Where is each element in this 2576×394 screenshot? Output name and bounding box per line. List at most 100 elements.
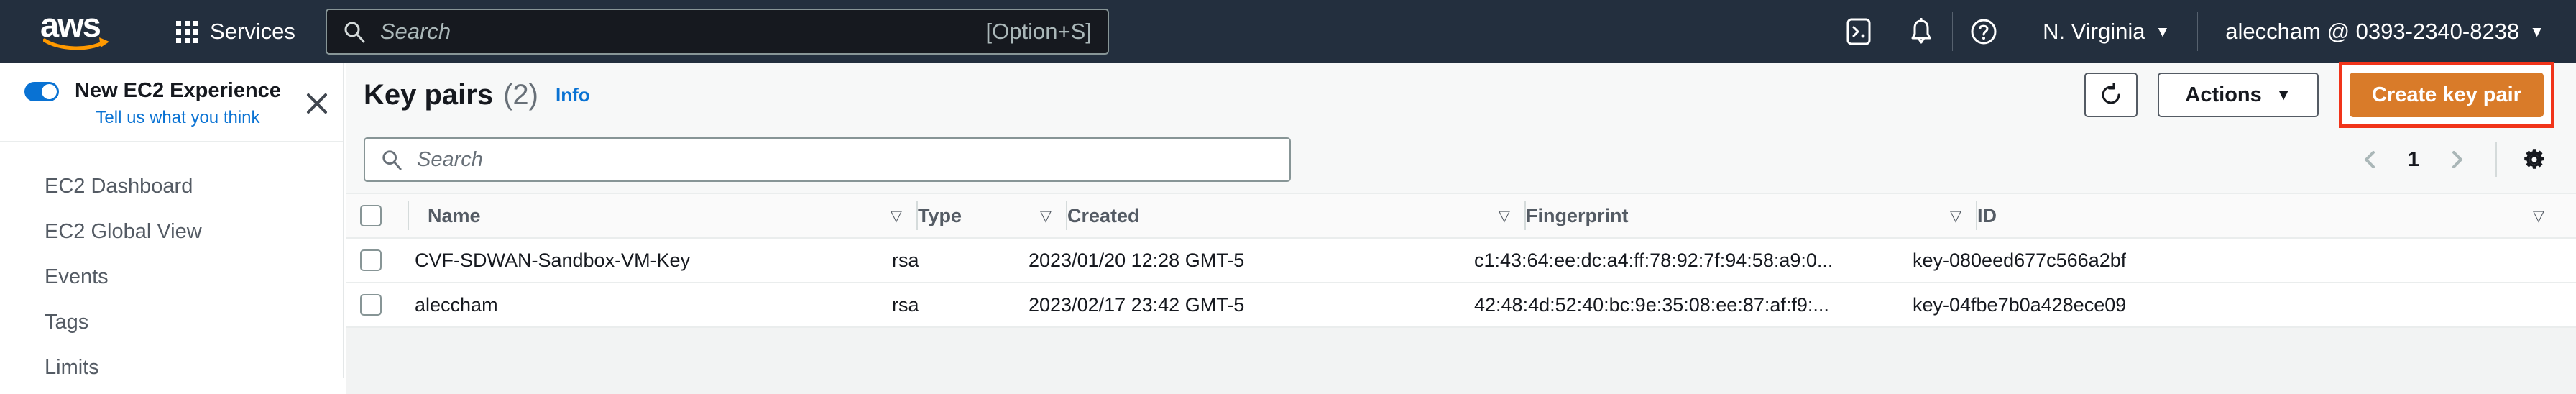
column-label: Type [918,204,962,226]
cell-fingerprint: 42:48:4d:52:40:bc:9e:35:08:ee:87:af:f9:.… [1474,283,1913,326]
sidebar-item-tags[interactable]: Tags [0,300,343,345]
table-filter-row: Search 1 [346,127,2576,193]
column-label: Fingerprint [1526,204,1629,226]
chevron-down-icon: ▼ [2155,23,2171,40]
help-button[interactable] [1953,0,2015,63]
column-header-type[interactable]: Type ▽ [918,194,1054,237]
sort-icon[interactable]: ▽ [2533,207,2547,225]
previous-page-button[interactable] [2349,138,2392,181]
refresh-button[interactable] [2084,73,2138,117]
services-label: Services [210,19,295,44]
notifications-bell-icon [1911,18,1931,44]
row-checkbox-cell [346,239,396,282]
key-pair-created: 2023/02/17 23:42 GMT-5 [1029,293,1245,316]
tell-us-what-you-think-link[interactable]: Tell us what you think [75,108,281,128]
sidebar-item-limits[interactable]: Limits [0,345,343,390]
page-title: Key pairs [364,78,494,111]
sort-icon[interactable]: ▽ [891,207,905,225]
sidebar-item-ec2-global-view[interactable]: EC2 Global View [0,209,343,255]
key-pair-created: 2023/01/20 12:28 GMT-5 [1029,249,1245,271]
header-actions: Actions ▼ Create key pair [2084,62,2576,128]
key-pair-name: aleccham [415,293,498,316]
cloudshell-icon [1846,18,1871,45]
column-label: Created [1067,204,1140,226]
cell-type: rsa [892,239,1029,282]
sidebar-item-ec2-dashboard[interactable]: EC2 Dashboard [0,164,343,209]
actions-label: Actions [2185,83,2262,106]
row-select-checkbox[interactable] [360,294,382,316]
account-menu[interactable]: aleccham @ 0393-2340-8238 ▼ [2198,19,2576,45]
key-pair-count: (2) [503,78,538,111]
search-icon [344,22,365,43]
region-selector[interactable]: N. Virginia ▼ [2015,19,2197,45]
page-header: Key pairs (2) Info Actions ▼ Create key … [346,62,2576,128]
sort-icon[interactable]: ▽ [1499,207,1513,225]
column-label: Name [428,204,481,226]
page-number-1[interactable]: 1 [2392,148,2435,172]
cell-name: CVF-SDWAN-Sandbox-VM-Key [396,239,892,282]
cell-type: rsa [892,283,1029,326]
search-icon [382,150,402,170]
cell-id: key-04fbe7b0a428ece09 [1913,283,2576,326]
column-header-id[interactable]: ID ▽ [1977,194,2576,237]
chevron-down-icon: ▼ [2529,23,2544,40]
dismiss-banner-button[interactable] [301,88,333,119]
new-experience-toggle[interactable] [24,82,59,101]
select-all-checkbox-cell [346,194,396,237]
new-experience-banner: New EC2 Experience Tell us what you thin… [0,63,343,142]
table-preferences-button[interactable] [2514,139,2554,180]
global-search-shortcut: [Option+S] [985,19,1092,44]
column-header-created[interactable]: Created ▽ [1067,194,1513,237]
create-key-pair-highlight: Create key pair [2339,62,2554,128]
chevron-right-icon [2452,151,2462,168]
grid-menu-icon [176,20,198,43]
account-label: aleccham @ 0393-2340-8238 [2225,19,2520,44]
notifications-button[interactable] [1890,0,1952,63]
column-header-name[interactable]: Name ▽ [409,194,905,237]
chevron-down-icon: ▼ [2276,86,2291,104]
services-menu-button[interactable]: Services [166,10,305,53]
aws-logo[interactable]: aws [40,6,128,52]
sort-icon[interactable]: ▽ [1040,207,1054,225]
help-question-icon [1971,19,1997,45]
main-content: Key pairs (2) Info Actions ▼ Create key … [346,62,2576,394]
table-row[interactable]: CVF-SDWAN-Sandbox-VM-Key rsa 2023/01/20 … [346,239,2576,283]
global-search-input[interactable]: Search [Option+S] [325,9,1109,55]
table-header-row: Name ▽ Type ▽ Created ▽ Fingerprint ▽ ID… [346,194,2576,239]
create-key-pair-button[interactable]: Create key pair [2350,73,2544,117]
global-navigation-bar: aws Services Search [Option+S] N. Virgin… [0,0,2576,63]
select-all-checkbox[interactable] [360,205,382,226]
key-pair-fingerprint: c1:43:64:ee:dc:a4:ff:78:92:7f:94:58:a9:0… [1474,249,1834,271]
cell-id: key-080eed677c566a2bf [1913,239,2576,282]
key-pair-type: rsa [892,293,919,316]
table-search-input[interactable]: Search [364,137,1291,182]
row-checkbox-cell [346,283,396,326]
next-page-button[interactable] [2435,138,2478,181]
aws-smile-icon [43,37,109,50]
key-pair-id: key-080eed677c566a2bf [1913,249,2127,271]
sort-icon[interactable]: ▽ [1950,207,1964,225]
table-search-placeholder: Search [417,147,483,171]
column-label: ID [1977,204,1997,226]
key-pair-fingerprint: 42:48:4d:52:40:bc:9e:35:08:ee:87:af:f9:.… [1474,293,1829,316]
column-header-fingerprint[interactable]: Fingerprint ▽ [1526,194,1964,237]
cell-created: 2023/02/17 23:42 GMT-5 [1029,283,1474,326]
gear-icon [2524,149,2544,169]
table-footer [346,328,2576,394]
nav-right-cluster: N. Virginia ▼ aleccham @ 0393-2340-8238 … [1828,0,2576,63]
row-select-checkbox[interactable] [360,249,382,271]
sidebar-nav-list: EC2 Dashboard EC2 Global View Events Tag… [0,142,343,390]
info-link[interactable]: Info [556,84,590,106]
cloudshell-button[interactable] [1828,0,1890,63]
aws-wordmark: aws [40,6,101,44]
chevron-left-icon [2364,151,2375,168]
sidebar-item-events[interactable]: Events [0,255,343,300]
table-row[interactable]: aleccham rsa 2023/02/17 23:42 GMT-5 42:4… [346,283,2576,328]
cell-name: aleccham [396,283,892,326]
close-x-icon [306,93,327,114]
key-pair-id: key-04fbe7b0a428ece09 [1913,293,2127,316]
actions-dropdown-button[interactable]: Actions ▼ [2158,73,2319,117]
cell-created: 2023/01/20 12:28 GMT-5 [1029,239,1474,282]
ec2-sidebar: New EC2 Experience Tell us what you thin… [0,63,344,379]
pagination-separator [2496,142,2497,177]
